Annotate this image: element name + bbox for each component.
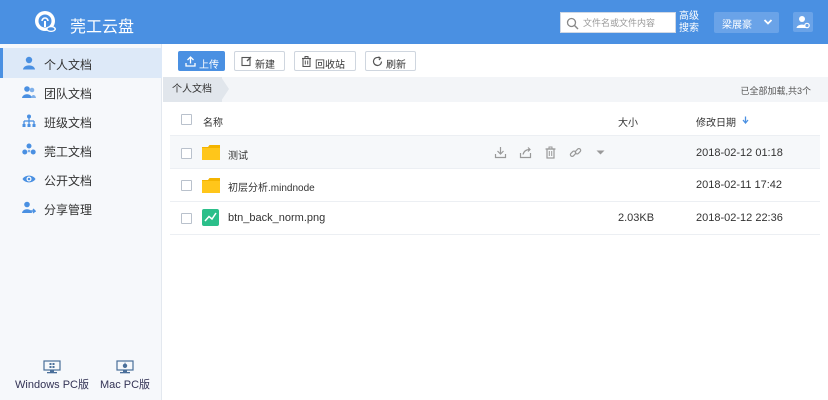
refresh-label: 刷新 — [386, 60, 406, 71]
user-icon — [23, 56, 35, 70]
file-name[interactable]: btn_back_norm.png — [228, 212, 325, 224]
windows-client-download[interactable]: Windows PC版 — [14, 360, 90, 392]
sidebar-item-share-management[interactable]: 分享管理 — [0, 193, 162, 223]
upload-button[interactable]: 上传 — [178, 51, 225, 71]
file-size: 2.03KB — [618, 212, 655, 224]
top-header: 莞工云盘 高级 搜索 梁展豪 — [0, 0, 828, 44]
recycle-bin-label: 回收站 — [315, 60, 345, 71]
column-header-modified[interactable]: 修改日期 — [696, 114, 736, 129]
app-title: 莞工云盘 — [70, 19, 135, 36]
mac-monitor-icon — [116, 360, 134, 374]
user-settings-icon — [796, 16, 810, 29]
file-name[interactable]: 测试 — [228, 147, 248, 162]
new-document-icon — [241, 56, 252, 67]
sidebar-item-dgut-docs[interactable]: 莞工文档 — [0, 135, 162, 165]
windows-monitor-icon — [43, 360, 61, 374]
sidebar-item-label: 班级文档 — [44, 116, 93, 130]
cloud-logo-icon — [35, 11, 56, 32]
sidebar-item-label: 公开文档 — [44, 174, 93, 188]
row-divider — [170, 234, 820, 235]
advanced-search-link[interactable]: 高级 搜索 — [679, 11, 705, 35]
share-icon — [22, 201, 36, 214]
sidebar-item-class-docs[interactable]: 班级文档 — [0, 106, 162, 136]
sidebar-item-label: 个人文档 — [44, 58, 93, 72]
sidebar-item-team-docs[interactable]: 团队文档 — [0, 77, 162, 107]
refresh-button[interactable]: 刷新 — [365, 51, 416, 71]
delete-icon[interactable] — [544, 146, 557, 159]
search-input[interactable] — [583, 15, 673, 30]
refresh-icon — [372, 56, 383, 67]
row-checkbox[interactable] — [181, 148, 192, 159]
sidebar-item-label: 团队文档 — [44, 87, 93, 101]
new-button[interactable]: 新建 — [234, 51, 285, 71]
mac-client-label: Mac PC版 — [99, 379, 151, 391]
sidebar-item-personal-docs[interactable]: 个人文档 — [0, 48, 162, 78]
sidebar-item-label: 分享管理 — [44, 203, 93, 217]
sidebar-item-label: 莞工文档 — [44, 145, 93, 159]
select-all-checkbox[interactable] — [181, 114, 192, 125]
modified-date: 2018-02-12 22:36 — [696, 212, 783, 224]
upload-icon — [185, 56, 196, 67]
folder-icon — [202, 178, 220, 193]
column-header-name[interactable]: 名称 — [203, 114, 223, 129]
row-checkbox[interactable] — [181, 213, 192, 224]
download-icon[interactable] — [494, 146, 507, 159]
group-icon — [22, 143, 36, 155]
new-label: 新建 — [255, 60, 275, 71]
username: 梁展豪 — [722, 20, 752, 31]
org-chart-icon — [22, 114, 36, 127]
team-icon — [22, 86, 36, 98]
more-dropdown-icon[interactable] — [594, 146, 607, 159]
link-icon[interactable] — [569, 146, 582, 159]
mac-client-download[interactable]: Mac PC版 — [98, 360, 152, 392]
windows-client-label: Windows PC版 — [15, 379, 89, 391]
folder-icon — [202, 145, 220, 160]
row-checkbox[interactable] — [181, 180, 192, 191]
chevron-down-icon — [763, 19, 773, 25]
breadcrumb-bar: 个人文档 已全部加载,共3个 — [163, 77, 828, 102]
search-box[interactable] — [560, 12, 676, 33]
sidebar: 个人文档 团队文档 班级文档 莞工文档 公开文档 分享管理 — [0, 44, 162, 400]
breadcrumb-arrow — [221, 77, 229, 101]
image-file-icon — [202, 209, 219, 226]
user-settings-button[interactable] — [793, 12, 813, 32]
modified-date: 2018-02-12 01:18 — [696, 147, 783, 159]
column-header-size[interactable]: 大小 — [618, 114, 638, 129]
advanced-search-line2: 搜索 — [679, 23, 699, 34]
sort-desc-icon[interactable] — [742, 116, 749, 124]
file-name[interactable]: 初层分析.mindnode — [228, 179, 315, 194]
advanced-search-line1: 高级 — [679, 11, 699, 22]
user-menu-dropdown[interactable]: 梁展豪 — [714, 12, 779, 33]
loaded-count-info: 已全部加载,共3个 — [740, 86, 811, 96]
upload-label: 上传 — [199, 60, 219, 71]
search-icon[interactable] — [566, 17, 579, 30]
breadcrumb-current[interactable]: 个人文档 — [163, 77, 222, 102]
share-out-icon[interactable] — [519, 146, 532, 159]
trash-icon — [302, 56, 311, 67]
sidebar-item-public-docs[interactable]: 公开文档 — [0, 164, 162, 194]
recycle-bin-button[interactable]: 回收站 — [294, 51, 356, 71]
eye-icon — [22, 175, 36, 183]
modified-date: 2018-02-11 17:42 — [696, 179, 783, 191]
